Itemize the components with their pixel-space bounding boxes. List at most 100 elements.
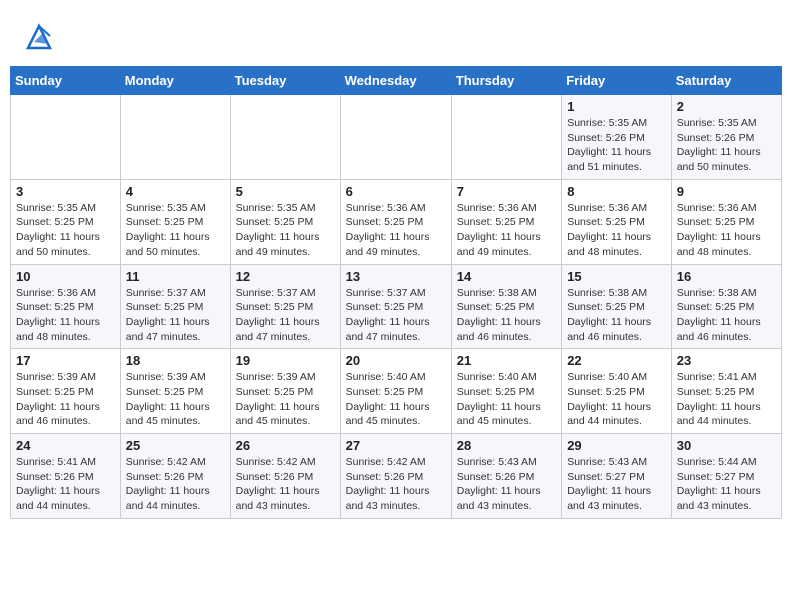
- day-number: 9: [677, 184, 776, 199]
- calendar-table: SundayMondayTuesdayWednesdayThursdayFrid…: [10, 66, 782, 519]
- day-number: 7: [457, 184, 556, 199]
- day-number: 22: [567, 353, 666, 368]
- day-number: 6: [346, 184, 446, 199]
- day-info: Sunrise: 5:36 AM Sunset: 5:25 PM Dayligh…: [567, 201, 666, 260]
- day-cell: 5 Sunrise: 5:35 AM Sunset: 5:25 PM Daylig…: [230, 179, 340, 264]
- day-number: 5: [236, 184, 335, 199]
- weekday-header-saturday: Saturday: [671, 67, 781, 95]
- day-info: Sunrise: 5:41 AM Sunset: 5:26 PM Dayligh…: [16, 455, 115, 514]
- day-info: Sunrise: 5:37 AM Sunset: 5:25 PM Dayligh…: [236, 286, 335, 345]
- day-number: 25: [126, 438, 225, 453]
- day-number: 1: [567, 99, 666, 114]
- day-info: Sunrise: 5:35 AM Sunset: 5:25 PM Dayligh…: [16, 201, 115, 260]
- calendar-body: 1 Sunrise: 5:35 AM Sunset: 5:26 PM Daylig…: [11, 95, 782, 519]
- day-cell: 20Sunrise: 5:40 AM Sunset: 5:25 PM Dayli…: [340, 349, 451, 434]
- day-number: 19: [236, 353, 335, 368]
- day-info: Sunrise: 5:37 AM Sunset: 5:25 PM Dayligh…: [126, 286, 225, 345]
- day-cell: 13 Sunrise: 5:37 AM Sunset: 5:25 PM Dayli…: [340, 264, 451, 349]
- day-cell: 9 Sunrise: 5:36 AM Sunset: 5:25 PM Daylig…: [671, 179, 781, 264]
- day-number: 14: [457, 269, 556, 284]
- weekday-row: SundayMondayTuesdayWednesdayThursdayFrid…: [11, 67, 782, 95]
- day-info: Sunrise: 5:42 AM Sunset: 5:26 PM Dayligh…: [346, 455, 446, 514]
- weekday-header-thursday: Thursday: [451, 67, 561, 95]
- day-cell: 3 Sunrise: 5:35 AM Sunset: 5:25 PM Daylig…: [11, 179, 121, 264]
- day-cell: 12Sunrise: 5:37 AM Sunset: 5:25 PM Dayli…: [230, 264, 340, 349]
- day-cell: 2 Sunrise: 5:35 AM Sunset: 5:26 PM Daylig…: [671, 95, 781, 180]
- day-info: Sunrise: 5:36 AM Sunset: 5:25 PM Dayligh…: [457, 201, 556, 260]
- day-cell: 21Sunrise: 5:40 AM Sunset: 5:25 PM Dayli…: [451, 349, 561, 434]
- day-cell: 26 Sunrise: 5:42 AM Sunset: 5:26 PM Dayli…: [230, 434, 340, 519]
- day-number: 27: [346, 438, 446, 453]
- day-info: Sunrise: 5:38 AM Sunset: 5:25 PM Dayligh…: [457, 286, 556, 345]
- day-info: Sunrise: 5:42 AM Sunset: 5:26 PM Dayligh…: [236, 455, 335, 514]
- day-info: Sunrise: 5:41 AM Sunset: 5:25 PM Dayligh…: [677, 370, 776, 429]
- day-cell: 29Sunrise: 5:43 AM Sunset: 5:27 PM Dayli…: [562, 434, 672, 519]
- day-cell: [451, 95, 561, 180]
- day-cell: [230, 95, 340, 180]
- day-info: Sunrise: 5:43 AM Sunset: 5:27 PM Dayligh…: [567, 455, 666, 514]
- day-info: Sunrise: 5:44 AM Sunset: 5:27 PM Dayligh…: [677, 455, 776, 514]
- week-row-3: 17 Sunrise: 5:39 AM Sunset: 5:25 PM Dayli…: [11, 349, 782, 434]
- calendar-header: SundayMondayTuesdayWednesdayThursdayFrid…: [11, 67, 782, 95]
- day-number: 3: [16, 184, 115, 199]
- day-cell: [340, 95, 451, 180]
- day-number: 21: [457, 353, 556, 368]
- day-cell: 27 Sunrise: 5:42 AM Sunset: 5:26 PM Dayli…: [340, 434, 451, 519]
- day-number: 28: [457, 438, 556, 453]
- week-row-0: 1 Sunrise: 5:35 AM Sunset: 5:26 PM Daylig…: [11, 95, 782, 180]
- day-number: 24: [16, 438, 115, 453]
- day-number: 15: [567, 269, 666, 284]
- day-number: 26: [236, 438, 335, 453]
- day-info: Sunrise: 5:35 AM Sunset: 5:25 PM Dayligh…: [236, 201, 335, 260]
- day-info: Sunrise: 5:38 AM Sunset: 5:25 PM Dayligh…: [567, 286, 666, 345]
- weekday-header-wednesday: Wednesday: [340, 67, 451, 95]
- day-number: 8: [567, 184, 666, 199]
- week-row-1: 3 Sunrise: 5:35 AM Sunset: 5:25 PM Daylig…: [11, 179, 782, 264]
- logo-icon: [20, 18, 58, 56]
- day-cell: 14 Sunrise: 5:38 AM Sunset: 5:25 PM Dayli…: [451, 264, 561, 349]
- day-cell: 15 Sunrise: 5:38 AM Sunset: 5:25 PM Dayli…: [562, 264, 672, 349]
- weekday-header-tuesday: Tuesday: [230, 67, 340, 95]
- day-number: 10: [16, 269, 115, 284]
- day-number: 2: [677, 99, 776, 114]
- day-info: Sunrise: 5:39 AM Sunset: 5:25 PM Dayligh…: [236, 370, 335, 429]
- day-number: 23: [677, 353, 776, 368]
- day-cell: 30 Sunrise: 5:44 AM Sunset: 5:27 PM Dayli…: [671, 434, 781, 519]
- day-number: 13: [346, 269, 446, 284]
- day-cell: 24 Sunrise: 5:41 AM Sunset: 5:26 PM Dayli…: [11, 434, 121, 519]
- day-info: Sunrise: 5:38 AM Sunset: 5:25 PM Dayligh…: [677, 286, 776, 345]
- week-row-2: 10 Sunrise: 5:36 AM Sunset: 5:25 PM Dayli…: [11, 264, 782, 349]
- weekday-header-friday: Friday: [562, 67, 672, 95]
- day-number: 4: [126, 184, 225, 199]
- day-info: Sunrise: 5:37 AM Sunset: 5:25 PM Dayligh…: [346, 286, 446, 345]
- day-cell: 23 Sunrise: 5:41 AM Sunset: 5:25 PM Dayli…: [671, 349, 781, 434]
- day-info: Sunrise: 5:35 AM Sunset: 5:26 PM Dayligh…: [677, 116, 776, 175]
- day-number: 17: [16, 353, 115, 368]
- day-cell: 16 Sunrise: 5:38 AM Sunset: 5:25 PM Dayli…: [671, 264, 781, 349]
- day-info: Sunrise: 5:43 AM Sunset: 5:26 PM Dayligh…: [457, 455, 556, 514]
- day-cell: 10 Sunrise: 5:36 AM Sunset: 5:25 PM Dayli…: [11, 264, 121, 349]
- day-info: Sunrise: 5:35 AM Sunset: 5:26 PM Dayligh…: [567, 116, 666, 175]
- day-info: Sunrise: 5:42 AM Sunset: 5:26 PM Dayligh…: [126, 455, 225, 514]
- day-cell: 11Sunrise: 5:37 AM Sunset: 5:25 PM Dayli…: [120, 264, 230, 349]
- day-cell: 17 Sunrise: 5:39 AM Sunset: 5:25 PM Dayli…: [11, 349, 121, 434]
- day-cell: 4 Sunrise: 5:35 AM Sunset: 5:25 PM Daylig…: [120, 179, 230, 264]
- day-info: Sunrise: 5:36 AM Sunset: 5:25 PM Dayligh…: [677, 201, 776, 260]
- day-cell: 22 Sunrise: 5:40 AM Sunset: 5:25 PM Dayli…: [562, 349, 672, 434]
- day-info: Sunrise: 5:39 AM Sunset: 5:25 PM Dayligh…: [126, 370, 225, 429]
- day-number: 30: [677, 438, 776, 453]
- day-info: Sunrise: 5:40 AM Sunset: 5:25 PM Dayligh…: [567, 370, 666, 429]
- day-cell: 7 Sunrise: 5:36 AM Sunset: 5:25 PM Daylig…: [451, 179, 561, 264]
- day-cell: 1 Sunrise: 5:35 AM Sunset: 5:26 PM Daylig…: [562, 95, 672, 180]
- day-number: 16: [677, 269, 776, 284]
- day-info: Sunrise: 5:39 AM Sunset: 5:25 PM Dayligh…: [16, 370, 115, 429]
- day-info: Sunrise: 5:36 AM Sunset: 5:25 PM Dayligh…: [16, 286, 115, 345]
- logo: [20, 18, 62, 56]
- week-row-4: 24 Sunrise: 5:41 AM Sunset: 5:26 PM Dayli…: [11, 434, 782, 519]
- weekday-header-monday: Monday: [120, 67, 230, 95]
- day-info: Sunrise: 5:40 AM Sunset: 5:25 PM Dayligh…: [346, 370, 446, 429]
- day-info: Sunrise: 5:35 AM Sunset: 5:25 PM Dayligh…: [126, 201, 225, 260]
- weekday-header-sunday: Sunday: [11, 67, 121, 95]
- day-info: Sunrise: 5:36 AM Sunset: 5:25 PM Dayligh…: [346, 201, 446, 260]
- day-cell: 18Sunrise: 5:39 AM Sunset: 5:25 PM Dayli…: [120, 349, 230, 434]
